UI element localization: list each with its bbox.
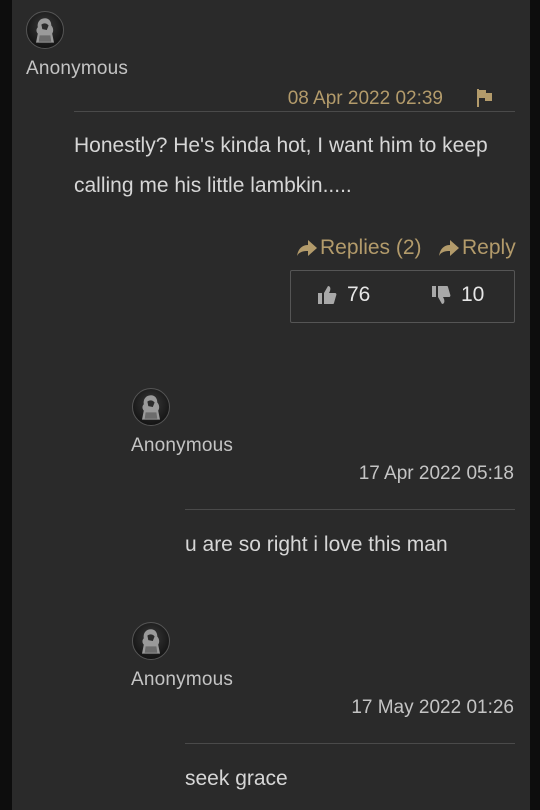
comment-thread: Anonymous 08 Apr 2022 02:39 Honestly? He… [12, 0, 530, 810]
replies-link[interactable]: Replies (2) [296, 236, 422, 260]
reply-date: 17 Apr 2022 05:18 [358, 463, 514, 484]
avatar[interactable] [26, 11, 64, 49]
comment-date: 08 Apr 2022 02:39 [287, 88, 443, 109]
reply-arrow-icon [297, 240, 317, 256]
reply-date: 17 May 2022 01:26 [351, 697, 514, 718]
thumbs-up-icon [318, 286, 337, 304]
reply-label: Reply [462, 236, 516, 259]
divider [185, 743, 515, 744]
upvote-button[interactable]: 76 [317, 283, 370, 307]
comment-text: Honestly? He's kinda hot, I want him to … [74, 134, 488, 197]
replies-label: Replies (2) [320, 236, 422, 259]
reply-button[interactable]: Reply [438, 236, 516, 260]
thumbs-down-icon [432, 286, 451, 304]
downvote-button[interactable]: 10 [431, 283, 484, 307]
flag-icon[interactable] [475, 87, 495, 109]
reply-avatar[interactable] [132, 622, 170, 660]
avatar-icon [142, 629, 160, 654]
reply-arrow-icon [439, 240, 459, 256]
reply-text: u are so right i love this man [185, 533, 448, 556]
avatar-icon [142, 395, 160, 420]
reply-avatar[interactable] [132, 388, 170, 426]
reply-author: Anonymous [131, 435, 234, 456]
reply-author: Anonymous [131, 669, 234, 690]
divider [185, 509, 515, 510]
divider [74, 111, 515, 112]
downvote-count: 10 [461, 283, 485, 306]
reply-text: seek grace [185, 767, 288, 790]
avatar-icon [36, 18, 54, 43]
comment-author: Anonymous [26, 58, 129, 79]
upvote-count: 76 [347, 283, 371, 306]
